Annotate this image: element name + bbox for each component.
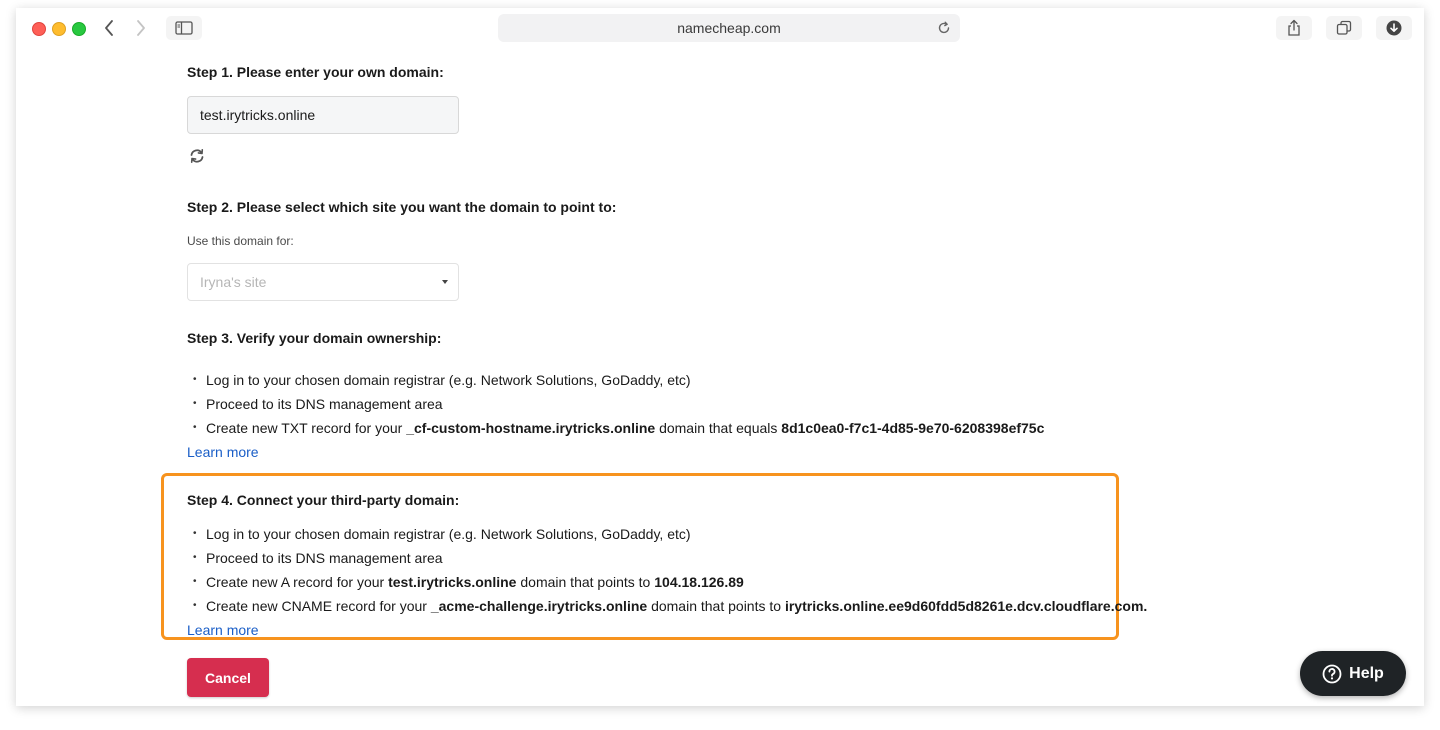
tabs-overview-button[interactable] <box>1326 16 1362 40</box>
domain-input[interactable] <box>187 96 459 134</box>
address-bar[interactable]: namecheap.com <box>498 14 960 42</box>
step4-learn-more-link[interactable]: Learn more <box>187 622 259 638</box>
txt-record-host: _cf-custom-hostname.irytricks.online <box>406 420 656 436</box>
chevron-right-icon <box>137 20 145 36</box>
cname-record-value: irytricks.online.ee9d60fdd5d8261e.dcv.cl… <box>784 598 1148 614</box>
cname-record-host: _acme-challenge.irytricks.online <box>430 598 648 614</box>
minimize-window-button[interactable] <box>52 22 66 36</box>
forward-button[interactable] <box>128 16 154 40</box>
refresh-icon <box>190 149 204 163</box>
tabs-overview-icon <box>1336 20 1352 35</box>
step4-title: Step 4. Connect your third-party domain: <box>187 492 460 508</box>
list-item: Proceed to its DNS management area <box>187 546 1147 570</box>
maximize-window-button[interactable] <box>72 22 86 36</box>
site-select-value: Iryna's site <box>200 274 267 290</box>
reload-icon <box>938 21 950 34</box>
list-item: Log in to your chosen domain registrar (… <box>187 522 1147 546</box>
step4-instructions: Log in to your chosen domain registrar (… <box>187 522 1147 618</box>
list-item: Log in to your chosen domain registrar (… <box>187 368 1044 392</box>
address-text: namecheap.com <box>677 20 781 36</box>
question-circle-icon <box>1322 664 1342 684</box>
back-button[interactable] <box>96 16 122 40</box>
cancel-button[interactable]: Cancel <box>187 658 269 697</box>
browser-window: namecheap.com Step 1. Please enter your … <box>16 8 1424 706</box>
browser-toolbar: namecheap.com <box>16 8 1424 48</box>
refresh-domain-button[interactable] <box>189 148 205 164</box>
help-button[interactable]: Help <box>1300 651 1406 696</box>
step3-title: Step 3. Verify your domain ownership: <box>187 330 442 346</box>
page-content: Step 1. Please enter your own domain: St… <box>16 48 1424 706</box>
step2-title: Step 2. Please select which site you wan… <box>187 199 617 215</box>
help-label: Help <box>1349 664 1384 682</box>
a-record-host: test.irytricks.online <box>388 574 517 590</box>
download-icon <box>1386 20 1402 36</box>
list-item: Create new TXT record for your _cf-custo… <box>187 416 1044 440</box>
close-window-button[interactable] <box>32 22 46 36</box>
list-item: Create new CNAME record for your _acme-c… <box>187 594 1147 618</box>
share-button[interactable] <box>1276 16 1312 40</box>
site-select[interactable]: Iryna's site <box>187 263 459 301</box>
downloads-button[interactable] <box>1376 16 1412 40</box>
step3-learn-more-link[interactable]: Learn more <box>187 444 259 460</box>
sidebar-icon <box>175 21 193 35</box>
list-item: Proceed to its DNS management area <box>187 392 1044 416</box>
chevron-left-icon <box>105 20 113 36</box>
caret-down-icon <box>442 280 448 284</box>
use-domain-label: Use this domain for: <box>187 234 294 248</box>
txt-record-value: 8d1c0ea0-f7c1-4d85-9e70-6208398ef75c <box>781 420 1045 436</box>
reload-button[interactable] <box>936 20 952 36</box>
list-item: Create new A record for your test.irytri… <box>187 570 1147 594</box>
share-icon <box>1288 19 1300 36</box>
sidebar-toggle-button[interactable] <box>166 16 202 40</box>
a-record-value: 104.18.126.89 <box>654 574 744 590</box>
step1-title: Step 1. Please enter your own domain: <box>187 64 444 80</box>
step3-instructions: Log in to your chosen domain registrar (… <box>187 368 1044 440</box>
